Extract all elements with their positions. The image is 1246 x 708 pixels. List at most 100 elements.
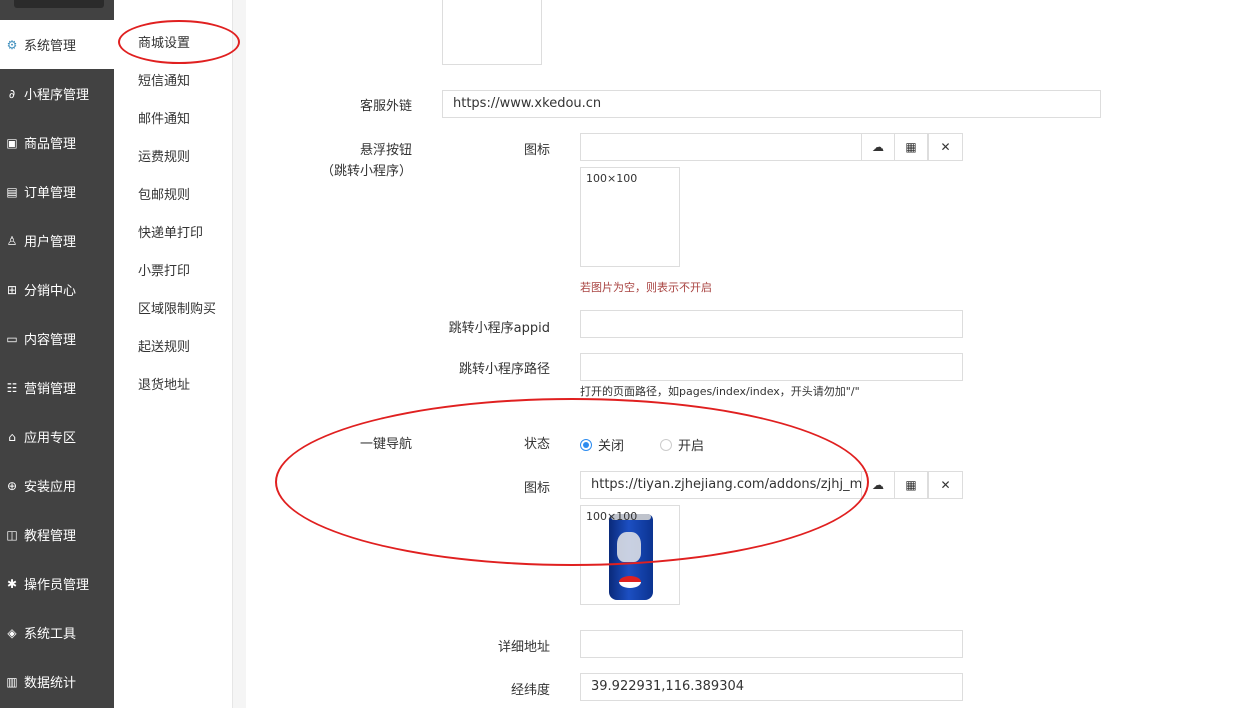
float-icon-hint: 若图片为空，则表示不开启 xyxy=(580,281,712,294)
sidebar-item-13[interactable]: ▥ 数据统计 xyxy=(0,657,114,706)
appid-label: 跳转小程序appid xyxy=(448,321,550,336)
submenu-item-8[interactable]: 起送规则 xyxy=(138,336,190,355)
nav-clear-button[interactable]: ✕ xyxy=(928,471,963,499)
submenu-item-5[interactable]: 快递单打印 xyxy=(138,222,203,241)
nav-status-off-radio[interactable]: 关闭 xyxy=(580,435,624,454)
brand-logo xyxy=(0,0,114,14)
pepsi-can-image xyxy=(609,514,653,600)
submenu-item-3[interactable]: 运费规则 xyxy=(138,146,190,165)
sidebar-item-10[interactable]: ◫ 教程管理 xyxy=(0,510,114,559)
sidebar-item-8[interactable]: ⌂ 应用专区 xyxy=(0,412,114,461)
gallery-button[interactable]: ▦ xyxy=(894,133,928,161)
close-icon: ✕ xyxy=(940,140,951,154)
sidebar-item-label: 系统工具 xyxy=(24,627,77,642)
submenu-item-1[interactable]: 短信通知 xyxy=(138,70,190,89)
user-icon: ♙ xyxy=(6,233,18,248)
thumb-size-text: 100×100 xyxy=(586,172,638,185)
previous-image-thumb xyxy=(442,0,542,65)
nav-status-off-label: 关闭 xyxy=(598,439,625,454)
submenu-item-4[interactable]: 包邮规则 xyxy=(138,184,190,203)
clear-icon-button[interactable]: ✕ xyxy=(928,133,963,161)
float-icon-input[interactable] xyxy=(580,133,863,161)
nav-icon-preview: 100×100 xyxy=(580,505,680,605)
sidebar-item-0[interactable]: ⚙ 系统管理 xyxy=(0,20,114,69)
sidebar-item-label: 数据统计 xyxy=(24,676,77,691)
upload-icon-button[interactable]: ☁ xyxy=(861,133,895,161)
sidebar-item-label: 分销中心 xyxy=(24,284,77,299)
grid-icon: ▦ xyxy=(905,478,917,492)
box-icon: ▣ xyxy=(6,135,18,150)
thumb-size-text: 100×100 xyxy=(586,510,638,523)
float-button-sublabel: （跳转小程序） xyxy=(320,164,412,179)
sidebar-item-label: 营销管理 xyxy=(24,382,77,397)
nav-icon-input[interactable]: https://tiyan.zjhejiang.com/addons/zjhj_… xyxy=(580,471,863,499)
float-button-label: 悬浮按钮 xyxy=(359,143,412,158)
chart-icon: ▥ xyxy=(6,674,18,689)
sidebar-item-4[interactable]: ♙ 用户管理 xyxy=(0,216,114,265)
close-icon: ✕ xyxy=(940,478,951,492)
service-link-input[interactable]: https://www.xkedou.cn xyxy=(442,90,1101,118)
settings-submenu: 商城设置短信通知邮件通知运费规则包邮规则快递单打印小票打印区域限制购买 起送规则退… xyxy=(114,0,233,708)
nav-icon-label: 图标 xyxy=(523,481,550,496)
sidebar-item-3[interactable]: ▤ 订单管理 xyxy=(0,167,114,216)
sidebar-item-label: 内容管理 xyxy=(24,333,77,348)
sidebar-item-5[interactable]: ⊞ 分销中心 xyxy=(0,265,114,314)
sidebar-item-label: 教程管理 xyxy=(24,529,77,544)
book-icon: ◫ xyxy=(6,527,18,542)
gear-icon: ⚙ xyxy=(6,37,18,52)
sidebar-item-label: 系统管理 xyxy=(24,39,77,54)
sidebar-item-label: 操作员管理 xyxy=(24,578,90,593)
latlng-label: 经纬度 xyxy=(510,683,550,698)
path-label: 跳转小程序路径 xyxy=(458,362,550,377)
grid-icon: ▦ xyxy=(905,140,917,154)
sidebar-item-12[interactable]: ◈ 系统工具 xyxy=(0,608,114,657)
order-icon: ▤ xyxy=(6,184,18,199)
submenu-item-0[interactable]: 商城设置 xyxy=(138,32,190,51)
main-sidebar: ⚙ 系统管理 ∂ 小程序管理 ▣ 商品管理 ▤ 订单管理 ♙ 用户管理 ⊞ 分销中心 ▭ 内容管理 ☷ 营销管… xyxy=(0,0,114,708)
sidebar-item-label: 商品管理 xyxy=(24,137,77,152)
sidebar-item-7[interactable]: ☷ 营销管理 xyxy=(0,363,114,412)
sidebar-item-label: 用户管理 xyxy=(24,235,77,250)
service-link-label: 客服外链 xyxy=(359,99,412,114)
link-icon: ∂ xyxy=(8,86,16,101)
nav-gallery-button[interactable]: ▦ xyxy=(894,471,928,499)
sidebar-item-11[interactable]: ✱ 操作员管理 xyxy=(0,559,114,608)
nav-status-on-label: 开启 xyxy=(678,439,705,454)
latlng-input[interactable]: 39.922931,116.389304 xyxy=(580,673,963,701)
sidebar-item-label: 订单管理 xyxy=(24,186,77,201)
nav-status-on-radio[interactable]: 开启 xyxy=(660,435,704,454)
submenu-item-2[interactable]: 邮件通知 xyxy=(138,108,190,127)
float-icon-label: 图标 xyxy=(523,143,550,158)
address-input[interactable] xyxy=(580,630,963,658)
sidebar-item-label: 安装应用 xyxy=(24,480,77,495)
main-content: 客服外链 https://www.xkedou.cn 悬浮按钮 （跳转小程序） … xyxy=(246,0,1246,708)
app-icon: ⌂ xyxy=(8,429,16,444)
radio-unchecked-icon xyxy=(660,438,672,451)
cloud-upload-icon: ☁ xyxy=(872,140,884,154)
float-icon-preview: 100×100 xyxy=(580,167,680,267)
appid-input[interactable] xyxy=(580,310,963,338)
radio-checked-icon xyxy=(580,438,592,451)
path-hint: 打开的页面路径，如pages/index/index，开头请勿加"/" xyxy=(580,385,860,398)
sidebar-item-label: 应用专区 xyxy=(24,431,77,446)
content-icon: ▭ xyxy=(6,331,18,346)
tool-icon: ◈ xyxy=(7,625,17,640)
cloud-upload-icon: ☁ xyxy=(872,478,884,492)
marketing-icon: ☷ xyxy=(6,380,18,395)
sidebar-item-6[interactable]: ▭ 内容管理 xyxy=(0,314,114,363)
nav-status-label: 状态 xyxy=(523,437,550,452)
submenu-item-6[interactable]: 小票打印 xyxy=(138,260,190,279)
sidebar-item-label: 小程序管理 xyxy=(24,88,90,103)
sidebar-item-2[interactable]: ▣ 商品管理 xyxy=(0,118,114,167)
address-label: 详细地址 xyxy=(497,640,550,655)
path-input[interactable] xyxy=(580,353,963,381)
sidebar-item-1[interactable]: ∂ 小程序管理 xyxy=(0,69,114,118)
install-icon: ⊕ xyxy=(6,478,18,493)
nav-label: 一键导航 xyxy=(359,437,412,452)
submenu-item-7[interactable]: 区域限制购买 xyxy=(138,298,216,317)
nav-upload-button[interactable]: ☁ xyxy=(861,471,895,499)
network-icon: ⊞ xyxy=(6,282,18,297)
cog-icon: ✱ xyxy=(6,576,18,591)
submenu-item-9[interactable]: 退货地址 xyxy=(138,374,190,393)
sidebar-item-9[interactable]: ⊕ 安装应用 xyxy=(0,461,114,510)
